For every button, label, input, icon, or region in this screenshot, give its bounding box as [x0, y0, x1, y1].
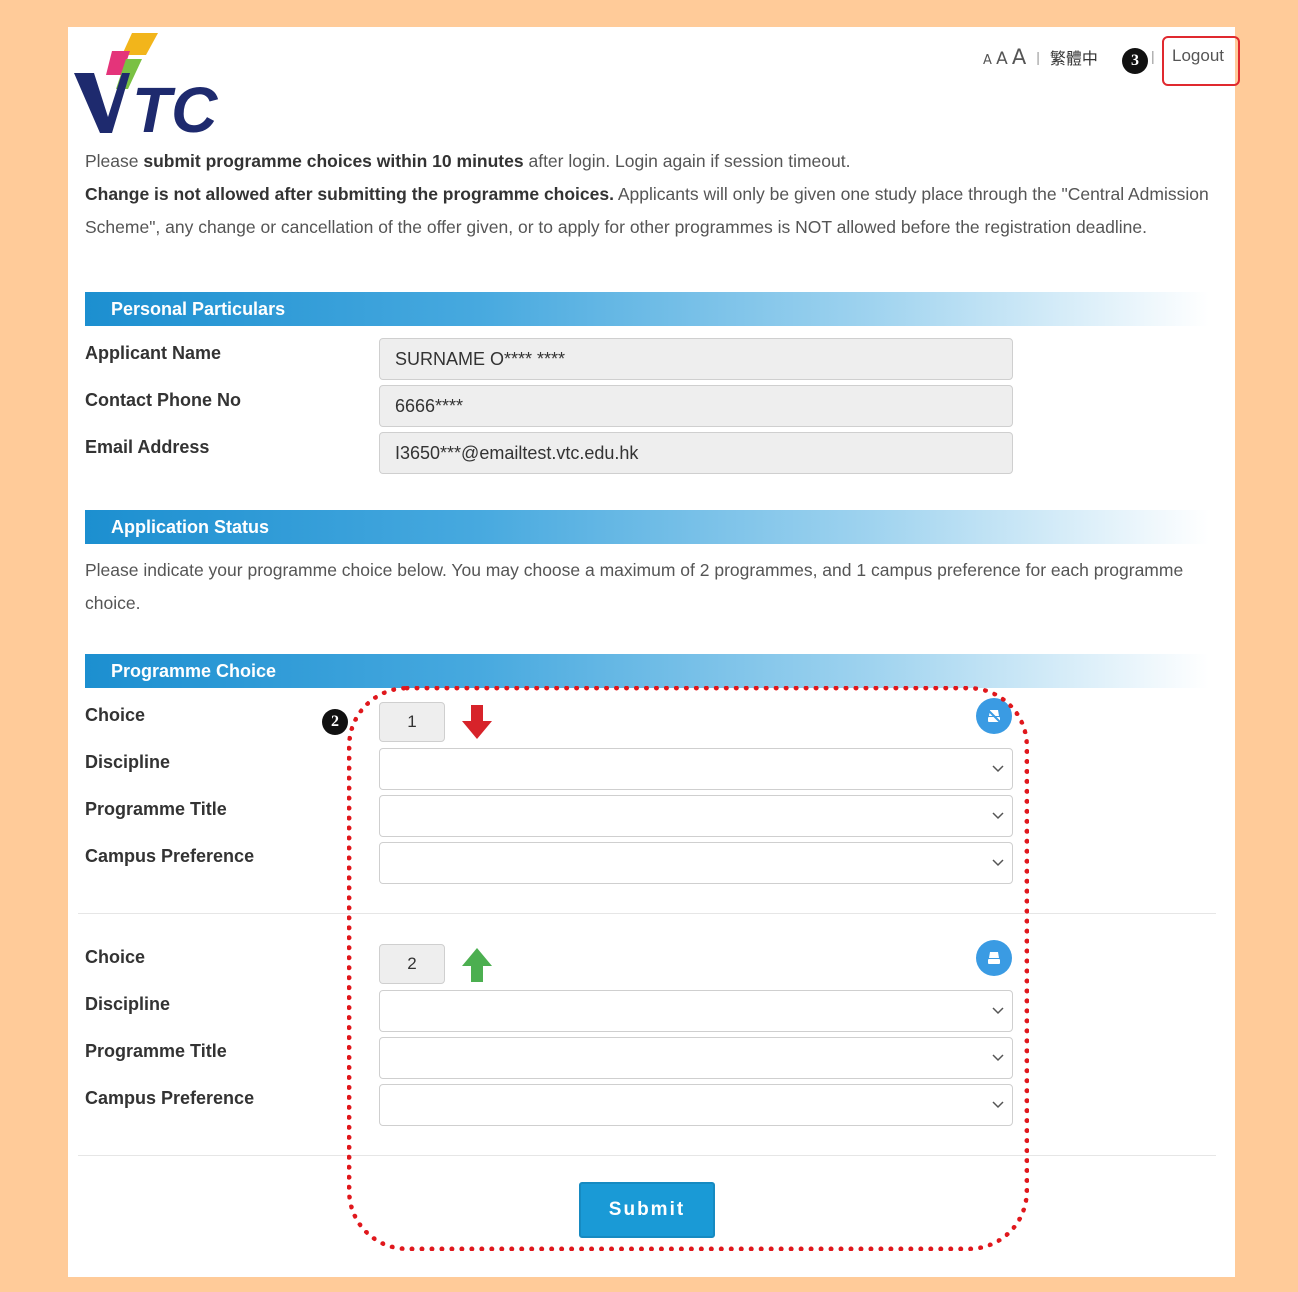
programme-title-select-1[interactable]: [379, 795, 1013, 837]
campus-preference-select-1[interactable]: [379, 842, 1013, 884]
campus-preference-label: Campus Preference: [85, 1088, 255, 1108]
programme-title-select-2[interactable]: [379, 1037, 1013, 1079]
choice-label: Choice: [85, 705, 146, 725]
chevron-down-icon: [992, 859, 1004, 867]
chevron-down-icon: [992, 812, 1004, 820]
vtc-logo[interactable]: TC: [72, 29, 232, 134]
chevron-down-icon: [992, 1101, 1004, 1109]
language-link[interactable]: 繁體中: [1050, 45, 1098, 69]
up-arrow-icon[interactable]: [462, 948, 492, 982]
discipline-label: Discipline: [85, 994, 171, 1014]
status-text: Please indicate your programme choice be…: [85, 560, 1184, 613]
chevron-down-icon: [992, 765, 1004, 773]
intro-text-part: after login. Login again if session time…: [523, 151, 851, 171]
section-header-programme: Programme Choice: [85, 654, 1209, 688]
section-header-personal: Personal Particulars: [85, 292, 1209, 326]
intro-text: Please submit programme choices within 1…: [85, 145, 1215, 244]
page-container: TC A A A | 繁體中 3 | Logout Please submit …: [68, 27, 1240, 1277]
chevron-down-icon: [992, 1054, 1004, 1062]
applicant-name-field: SURNAME O**** ****: [379, 338, 1013, 380]
logout-link[interactable]: Logout: [1172, 46, 1224, 66]
separator: |: [1036, 49, 1040, 65]
discipline-select-1[interactable]: [379, 748, 1013, 790]
programme-title-label: Programme Title: [85, 799, 227, 819]
choice-number: 2: [379, 944, 445, 984]
clear-choice-2-button[interactable]: [976, 940, 1012, 976]
section-header-status: Application Status: [85, 510, 1209, 544]
choice-number: 1: [379, 702, 445, 742]
email-field: I3650***@emailtest.vtc.edu.hk: [379, 432, 1013, 474]
contact-phone-label: Contact Phone No: [85, 390, 241, 410]
font-size-large[interactable]: A: [1012, 45, 1026, 69]
eraser-icon: [988, 952, 1000, 964]
submit-button[interactable]: Submit: [579, 1182, 715, 1238]
separator: |: [1151, 48, 1155, 64]
font-size-medium[interactable]: A: [996, 49, 1008, 69]
discipline-select-2[interactable]: [379, 990, 1013, 1032]
top-links: A A A | 繁體中: [983, 42, 1098, 72]
step-marker-2: 2: [322, 709, 348, 735]
eraser-icon: [986, 708, 1002, 724]
contact-phone-field: 6666****: [379, 385, 1013, 427]
font-size-small[interactable]: A: [983, 53, 992, 68]
applicant-name-label: Applicant Name: [85, 343, 222, 363]
clear-choice-1-button[interactable]: [976, 698, 1012, 734]
email-label: Email Address: [85, 437, 210, 457]
divider: [78, 1155, 1216, 1156]
divider: [78, 913, 1216, 914]
discipline-label: Discipline: [85, 752, 171, 772]
intro-bold-text: submit programme choices within 10 minut…: [143, 151, 524, 171]
svg-text:TC: TC: [132, 74, 218, 134]
step-marker-3: 3: [1122, 48, 1148, 74]
intro-text-part: Please: [85, 151, 144, 171]
font-size-controls: A A A: [983, 45, 1026, 69]
programme-title-label: Programme Title: [85, 1041, 227, 1061]
down-arrow-icon[interactable]: [462, 705, 492, 739]
chevron-down-icon: [992, 1007, 1004, 1015]
choice-label: Choice: [85, 947, 146, 967]
intro-bold-text: Change is not allowed after submitting t…: [85, 184, 614, 204]
campus-preference-label: Campus Preference: [85, 846, 255, 866]
campus-preference-select-2[interactable]: [379, 1084, 1013, 1126]
